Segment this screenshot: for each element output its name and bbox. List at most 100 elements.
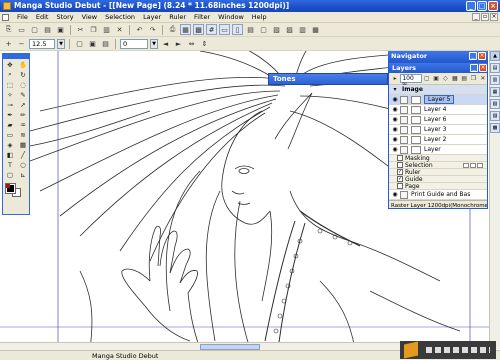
object-select-icon[interactable]: ➚ [17,100,29,109]
clear-icon[interactable]: ✕ [114,24,125,35]
visibility-eye-icon[interactable]: ◉ [391,136,399,144]
open-icon[interactable]: ▭ [16,24,27,35]
rotation-input[interactable]: 0 [120,38,148,49]
lock-icon[interactable] [400,145,408,154]
zoom-tool-icon[interactable]: ⌕ [4,70,16,79]
layer-row[interactable]: ◉ Layer 3 [389,125,487,135]
zoom-dropdown[interactable]: ▼ [57,38,65,49]
layer-folder-icon[interactable]: ▤ [460,74,468,83]
rotation-dropdown[interactable]: ▼ [150,38,158,49]
layers-icon[interactable]: ▥ [297,24,308,35]
tones-window[interactable]: Tones [268,73,388,85]
new-story-icon[interactable]: ⎘ [3,24,14,35]
side-tab-4[interactable]: ▧ [490,99,500,109]
masking-checkbox[interactable] [397,155,403,161]
panel-tool-icon[interactable]: ▢ [4,170,16,179]
navigator-icon[interactable]: ▢ [258,24,269,35]
fill-tool-icon[interactable]: ◈ [4,140,16,149]
ruler-tool-icon[interactable]: ⊾ [17,170,29,179]
line-tool-icon[interactable]: ╱ [17,150,29,159]
zoom-in-icon[interactable]: + [3,38,14,49]
visibility-eye-icon[interactable]: ◉ [391,116,399,124]
layer-new-icon[interactable]: ▢ [423,74,431,83]
rotate-tool-icon[interactable]: ↻ [17,70,29,79]
minimize-button[interactable]: _ [466,1,476,11]
menu-selection[interactable]: Selection [101,13,139,21]
transparent-swatch[interactable] [6,184,10,188]
layer-group-image[interactable]: ▾ Image [389,85,487,95]
layers-close-button[interactable]: × [479,64,487,72]
expand-icon[interactable]: ▾ [391,86,399,94]
layer-options-icon[interactable]: ▸ [391,74,399,83]
rotate-right-icon[interactable]: ► [173,38,184,49]
navigator-close-button[interactable]: × [478,52,486,60]
document-icon[interactable] [2,13,9,21]
redo-icon[interactable]: ↷ [147,24,158,35]
brush-tool-icon[interactable]: ♒ [17,120,29,129]
tone-icon[interactable]: ▩ [193,24,204,35]
sub-layer-page[interactable]: Page [389,183,487,190]
eraser-tool-icon[interactable]: ▭ [4,130,16,139]
flip-vertical-icon[interactable]: ⇕ [199,38,210,49]
undo-icon[interactable]: ↶ [134,24,145,35]
text-tool-icon[interactable]: T [4,160,16,169]
rotate-left-icon[interactable]: ◄ [160,38,171,49]
menu-ruler[interactable]: Ruler [165,13,190,21]
layer-tone-icon[interactable]: ▦ [451,74,459,83]
page-checkbox[interactable] [397,183,403,189]
navigator-minimize-button[interactable]: _ [469,52,477,60]
menu-view[interactable]: View [78,13,101,21]
zoom-out-icon[interactable]: − [16,38,27,49]
menu-filter[interactable]: Filter [190,13,214,21]
menu-window[interactable]: Window [214,13,248,21]
layer-row[interactable]: ◉ Layer 2 [389,135,487,145]
color-swatches[interactable] [3,182,29,198]
menu-help[interactable]: Help [248,13,271,21]
properties-icon[interactable]: ▨ [284,24,295,35]
layer-raster-icon[interactable]: ▣ [432,74,440,83]
wand-tool-icon[interactable]: ✧ [4,90,16,99]
gradient-tool-icon[interactable]: ◧ [4,150,16,159]
eyedropper-tool-icon[interactable]: ⊸ [4,100,16,109]
print-guide-row[interactable]: ◉ Print Guide and Bas [389,190,487,200]
layer-delete-icon[interactable]: ✕ [479,74,487,83]
menu-story[interactable]: Story [52,13,77,21]
cut-icon[interactable]: ✂ [75,24,86,35]
pencil-tool-icon[interactable]: ✏ [17,110,29,119]
visibility-eye-icon[interactable]: ◉ [391,146,399,154]
navigator-panel[interactable]: Navigator _ × [388,51,488,62]
layer-duplicate-icon[interactable]: ❐ [469,74,477,83]
scroll-up-arrow[interactable]: ▲ [490,51,500,61]
vertical-scrollbar[interactable]: ▲ ▤ ▥ ▦ ▧ ▨ ▩ [489,51,500,349]
side-tab-6[interactable]: ▩ [490,123,500,133]
lock-icon[interactable] [400,95,408,104]
lasso-tool-icon[interactable]: ◌ [17,80,29,89]
lock-icon[interactable] [400,105,408,114]
side-tab-5[interactable]: ▨ [490,111,500,121]
balloon-tool-icon[interactable]: ○ [17,160,29,169]
actual-size-icon[interactable]: ▣ [87,38,98,49]
hand-tool-icon[interactable]: ✋ [17,60,29,69]
tools-icon[interactable]: ▧ [271,24,282,35]
layer-row[interactable]: ◉ Layer 4 [389,105,487,115]
doc-close-button[interactable]: × [490,13,498,21]
layers-header[interactable]: Layers _ × [389,63,487,73]
ruler-checkbox[interactable]: ✓ [397,169,403,175]
fit-window-icon[interactable]: ▢ [74,38,85,49]
selection-checkbox[interactable] [397,162,403,168]
sub-layer-ruler[interactable]: ✓ Ruler [389,169,487,176]
save-icon[interactable]: ▣ [55,24,66,35]
sub-layer-guide[interactable]: ✓ Guide [389,176,487,183]
open-folder-icon[interactable]: ▤ [42,24,53,35]
layer-row[interactable]: ◉ Layer 6 [389,115,487,125]
visibility-eye-icon[interactable]: ◉ [391,96,399,104]
layer-opacity-field[interactable]: 100 % [400,74,422,89]
menu-edit[interactable]: Edit [32,13,53,21]
layer-row[interactable]: ◉ Layer [389,145,487,155]
select-pen-icon[interactable]: ✎ [17,90,29,99]
print-icon[interactable]: ⎙ [167,24,178,35]
lock-icon[interactable] [400,125,408,134]
copy-icon[interactable]: ❐ [88,24,99,35]
doc-restore-button[interactable]: ▫ [481,13,489,21]
lock-icon[interactable] [400,115,408,124]
